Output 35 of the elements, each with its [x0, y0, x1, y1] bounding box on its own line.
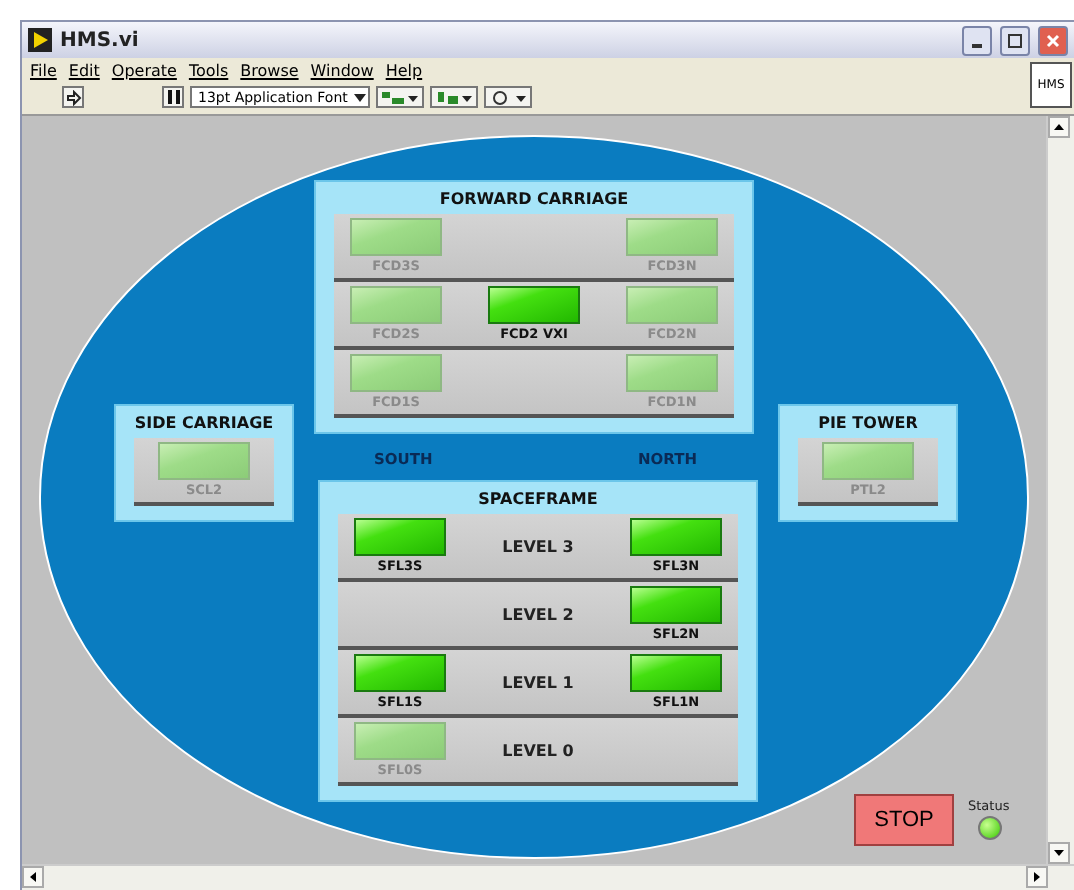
menu-item[interactable]: Operate [111, 62, 177, 80]
align-dropdown[interactable] [376, 86, 424, 108]
right-arrow-icon[interactable] [1034, 872, 1040, 882]
panel-title: FORWARD CARRIAGE [437, 190, 631, 208]
panel-title: SPACEFRAME [476, 490, 600, 508]
pause-button[interactable] [162, 86, 184, 108]
minimize-button[interactable] [962, 25, 992, 55]
down-arrow-icon[interactable] [1054, 850, 1064, 856]
row-label: LEVEL 1 [502, 673, 574, 691]
row-label: LEVEL 2 [502, 605, 574, 623]
menu-item[interactable]: Window [310, 62, 374, 80]
close-button[interactable] [1038, 25, 1068, 55]
up-arrow-icon[interactable] [1054, 124, 1064, 130]
maximize-icon [1008, 33, 1022, 47]
maximize-button[interactable] [1000, 25, 1030, 55]
row-label: LEVEL 0 [502, 741, 574, 759]
menu-item[interactable]: Tools [188, 62, 229, 80]
menu-item[interactable]: Edit [68, 62, 100, 80]
close-icon [1046, 33, 1060, 47]
left-arrow-icon[interactable] [30, 872, 36, 882]
vertical-scrollbar[interactable] [1046, 116, 1074, 864]
panel-title: PIE TOWER [816, 414, 920, 432]
horizontal-scrollbar[interactable] [22, 864, 1074, 890]
reorder-dropdown[interactable] [484, 86, 532, 108]
window-title: HMS.vi [60, 29, 141, 51]
menu-item[interactable]: Browse [240, 62, 299, 80]
run-button[interactable] [62, 86, 84, 108]
stop-button[interactable]: STOP [854, 794, 954, 846]
row-label: LEVEL 3 [502, 537, 574, 555]
app-icon [28, 28, 52, 52]
distribute-dropdown[interactable] [430, 86, 478, 108]
menu-item[interactable]: Help [385, 62, 423, 80]
menu-item[interactable]: File [30, 62, 57, 80]
panel-title: SIDE CARRIAGE [134, 414, 274, 432]
caret-icon [352, 88, 368, 106]
